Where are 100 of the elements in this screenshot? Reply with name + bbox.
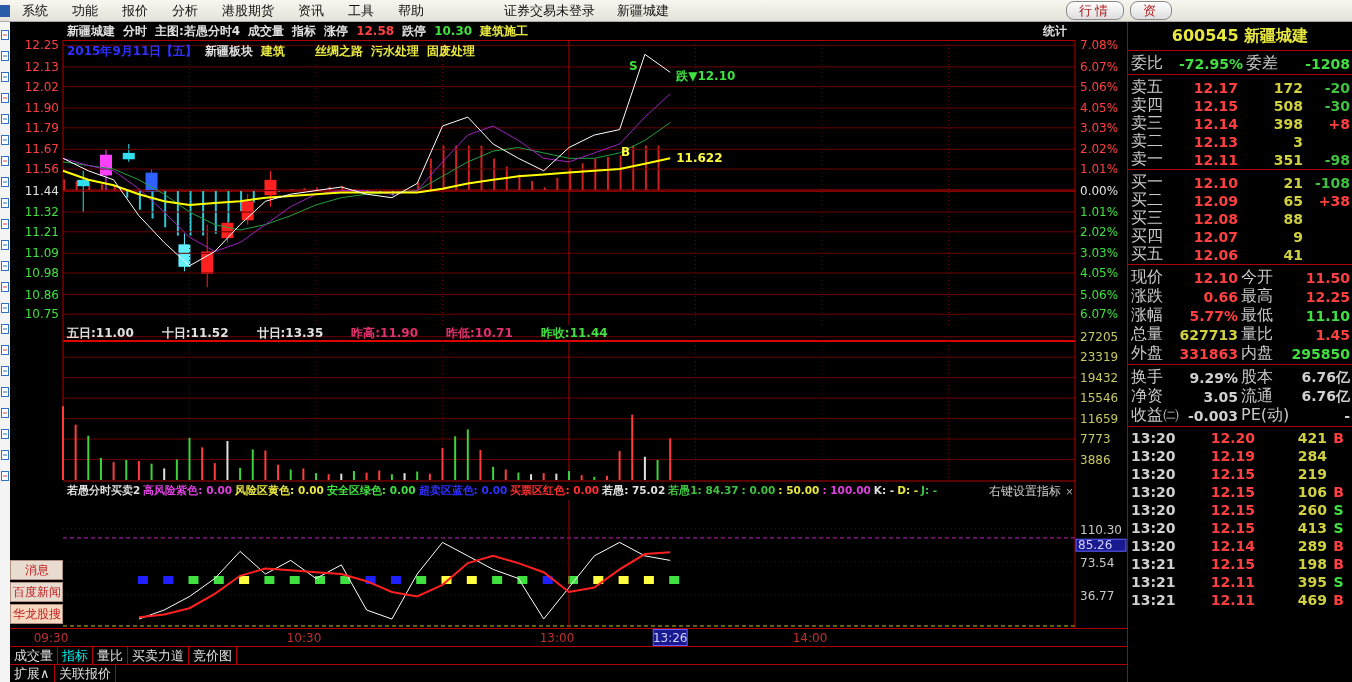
ratio-value: -72.95% (1177, 55, 1243, 72)
stat-label: 换手 (1131, 367, 1164, 388)
time-cursor-label: 13:26 (652, 629, 688, 646)
order-label: 买二 (1131, 190, 1164, 210)
title-text: 新疆城建 (616, 1, 669, 20)
header-text: 12.58 (356, 24, 395, 38)
trade-side: B (1332, 484, 1345, 500)
order-volume: 508 (1272, 97, 1303, 114)
stat-value: 12.10 (1192, 269, 1238, 286)
axis-label: 10.75 (24, 307, 59, 322)
volume-stat: 昨高:11.90 (351, 325, 419, 342)
percent-label: 5.06% (1080, 287, 1119, 302)
axis-label: 73.54 (1080, 555, 1115, 570)
header-text: 分时 (123, 22, 147, 40)
order-change: -108 (1313, 174, 1350, 191)
axis-label: 12.25 (24, 40, 59, 53)
stat-label: 现价 (1131, 267, 1164, 288)
info-text: 固废处理 (427, 43, 476, 60)
legend-text: 高风险紫色: 0.00 (143, 484, 233, 498)
legend-text: D: - (897, 484, 919, 498)
stat-value: 11.10 (1304, 307, 1350, 324)
stat-value: 0.66 (1202, 288, 1238, 305)
stat-label: 最低 (1240, 305, 1274, 326)
order-change: -30 (1323, 97, 1350, 114)
trade-price: 12.15 (1209, 502, 1255, 518)
percent-label: 2.02% (1080, 224, 1119, 239)
axis-label: 23319 (1080, 350, 1119, 365)
axis-label: 11.90 (24, 101, 59, 116)
volume-stat: 十日:11.52 (161, 325, 229, 342)
trade-volume: 469 (1296, 592, 1327, 608)
stat-value: 6.76亿 (1300, 387, 1350, 406)
order-volume: 65 (1282, 192, 1303, 209)
trade-side: S (1332, 502, 1345, 518)
trade-volume: 421 (1296, 430, 1327, 446)
trade-volume: 413 (1296, 520, 1327, 536)
order-label: 卖三 (1131, 113, 1164, 133)
stat-label: 涨幅 (1131, 305, 1164, 326)
order-label: 卖一 (1131, 149, 1164, 170)
order-label: 买五 (1131, 244, 1164, 265)
stat-label: 涨跌 (1131, 286, 1164, 307)
volume-stat: 五日:11.00 (67, 325, 134, 342)
trade-volume: 284 (1296, 448, 1327, 464)
axis-label: 3886 (1080, 452, 1111, 467)
info-text: 建筑 (261, 43, 286, 60)
order-price: 12.09 (1192, 192, 1238, 209)
stat-label: 净资 (1131, 386, 1164, 407)
axis-label: 10.86 (24, 287, 59, 302)
stat-label: 股本 (1240, 367, 1274, 387)
trade-time: 13:20 (1131, 448, 1177, 464)
order-label: 买一 (1131, 172, 1164, 192)
percent-label: 7.08% (1080, 40, 1119, 53)
trade-price: 12.20 (1209, 430, 1255, 446)
legend-text: : 50.00 (778, 484, 820, 498)
info-text: 新疆板块 (205, 43, 254, 60)
axis-label: 11659 (1080, 411, 1119, 426)
current-value-label: 85.26 (1075, 538, 1127, 553)
stat-value: 5.77% (1188, 307, 1238, 324)
axis-label: 19432 (1080, 370, 1119, 385)
stat-value: 331863 (1179, 345, 1238, 362)
percent-label: 4.05% (1080, 266, 1119, 280)
order-price: 12.08 (1192, 210, 1238, 227)
axis-label: 110.30 (1080, 522, 1122, 537)
axis-label: 11.21 (24, 224, 59, 239)
trade-price: 12.19 (1209, 448, 1255, 464)
order-volume: 3 (1292, 133, 1303, 150)
percent-label: 3.03% (1080, 120, 1119, 135)
stat-label: 总量 (1131, 324, 1164, 345)
order-label: 买三 (1131, 208, 1164, 228)
legend-text: 买票区红色: 0.00 (510, 484, 600, 498)
trade-time: 13:20 (1131, 466, 1177, 482)
stat-value: 1.45 (1314, 326, 1350, 343)
legend-text: : 100.00 (822, 484, 871, 498)
chart-marker: 11.622 (676, 151, 723, 166)
trade-side: S (1332, 520, 1345, 536)
volume-stat: 昨收:11.44 (540, 325, 608, 342)
legend-text: 若愚1: 84.37 (668, 484, 739, 498)
stat-value: -0.003 (1186, 407, 1238, 424)
order-price: 12.17 (1192, 79, 1238, 96)
info-text: 污水处理 (371, 43, 420, 60)
percent-label: 1.01% (1080, 162, 1119, 177)
order-label: 卖二 (1131, 131, 1164, 151)
trade-time: 13:21 (1131, 556, 1177, 572)
order-change: -98 (1323, 151, 1350, 168)
legend-text: : 0.00 (741, 484, 776, 498)
stat-label: 收益㈡ (1131, 405, 1179, 426)
trade-volume: 198 (1296, 556, 1327, 572)
header-text: 主图:若愚分时4 (155, 22, 241, 40)
info-text: 丝绸之路 (315, 43, 364, 60)
axis-label: 27205 (1080, 329, 1119, 344)
time-label: 10:30 (286, 631, 322, 645)
axis-label: 12.13 (24, 59, 59, 74)
legend-text: J: - (921, 484, 938, 498)
header-text: 指标 (292, 22, 317, 40)
stock-title: 600545 新疆城建 (1128, 22, 1352, 51)
order-price: 12.07 (1192, 228, 1238, 245)
time-label: 09:30 (33, 631, 69, 645)
legend-text: 若愚分时买卖2 (67, 484, 141, 498)
trade-side: B (1332, 538, 1345, 554)
axis-label: 11.79 (24, 120, 59, 135)
trade-time: 13:20 (1131, 538, 1177, 554)
